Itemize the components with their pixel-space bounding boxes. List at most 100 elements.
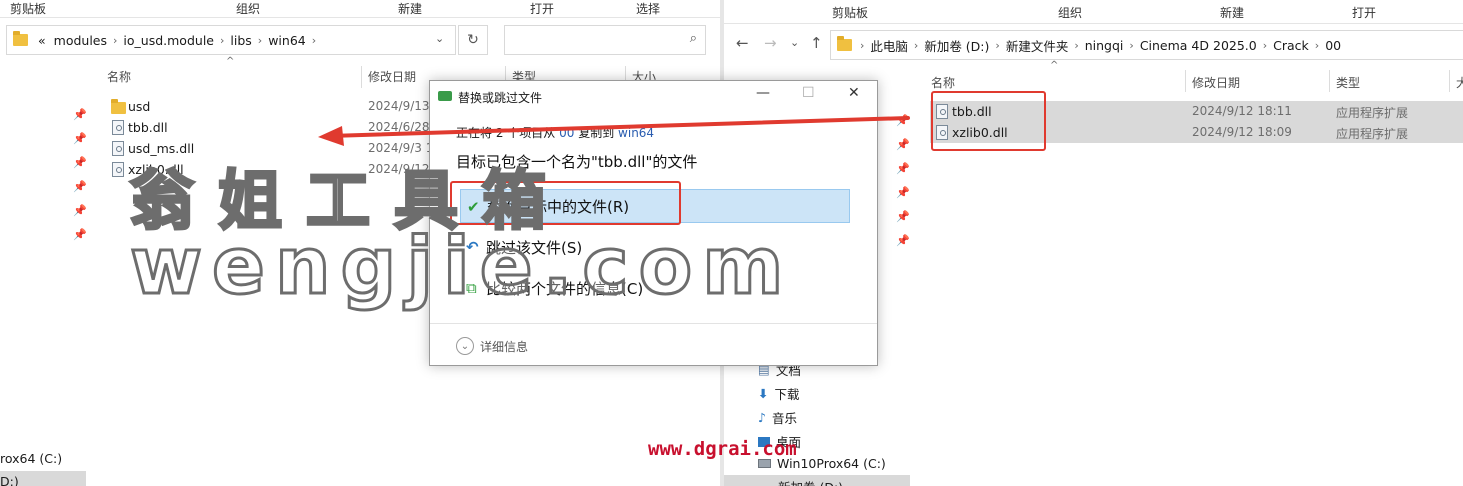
folder-icon xyxy=(837,36,852,51)
pin-icon: 📌 xyxy=(73,204,87,217)
search-icon: ⌕ xyxy=(689,31,697,46)
chevron-right-icon: › xyxy=(1262,38,1268,52)
ribbon-new[interactable]: 新建 xyxy=(1220,4,1244,21)
ribbon-organize[interactable]: 组织 xyxy=(1058,4,1082,21)
drive-c[interactable]: rox64 (C:) xyxy=(0,451,62,466)
pin-icon: 📌 xyxy=(73,108,87,121)
annotation-arrow xyxy=(318,116,910,146)
file-date: 2024/9/12 18:11 xyxy=(1192,104,1292,118)
pin-icon: 📌 xyxy=(73,156,87,169)
pin-icon: 📌 xyxy=(73,180,87,193)
ribbon-open[interactable]: 打开 xyxy=(1352,4,1376,21)
col-name[interactable]: 名称 xyxy=(931,74,955,91)
nav-label: 音乐 xyxy=(771,411,797,426)
chevron-right-icon: › xyxy=(1314,38,1320,52)
refresh-button[interactable]: ↻ xyxy=(458,25,488,55)
more-details-button[interactable]: ⌄ 详细信息 xyxy=(456,337,528,355)
chevron-right-icon: › xyxy=(860,38,865,52)
col-divider[interactable] xyxy=(361,66,362,88)
ribbon-organize[interactable]: 组织 xyxy=(236,0,260,17)
music-icon: ♪ xyxy=(758,410,766,425)
left-search-input[interactable]: ⌕ xyxy=(504,25,706,55)
col-divider[interactable] xyxy=(1185,70,1186,92)
arrow-head xyxy=(318,126,344,146)
right-address-bar[interactable]: › 此电脑 › 新加卷 (D:) › 新建文件夹 › ningqi › Cine… xyxy=(830,30,1463,60)
arrow-shaft xyxy=(328,116,910,138)
dialog-divider xyxy=(430,323,877,324)
chevron-down-icon[interactable]: ⌄ xyxy=(435,32,444,45)
folder-icon xyxy=(111,99,126,114)
nav-music[interactable]: ♪ 音乐 xyxy=(758,408,797,427)
back-arrow-icon[interactable]: ← xyxy=(736,34,749,52)
breadcrumb-cinema4d[interactable]: Cinema 4D 2025.0 xyxy=(1136,38,1261,53)
ribbon-open[interactable]: 打开 xyxy=(530,0,554,17)
col-type[interactable]: 类型 xyxy=(1336,74,1360,91)
chevron-right-icon: › xyxy=(113,33,118,47)
close-button[interactable]: ✕ xyxy=(848,85,860,101)
site-watermark: www.dgrai.com xyxy=(648,438,797,460)
sort-up-icon: ^ xyxy=(226,56,235,67)
pin-icon: 📌 xyxy=(896,210,910,223)
watermark-latin: wengjie.com xyxy=(128,221,794,314)
ribbon-clipboard[interactable]: 剪贴板 xyxy=(832,4,868,21)
col-date[interactable]: 修改日期 xyxy=(1192,74,1240,91)
breadcrumb-more[interactable]: « xyxy=(34,33,50,48)
left-ribbon: 剪贴板 组织 新建 打开 选择 xyxy=(0,0,720,18)
col-size[interactable]: 大 xyxy=(1456,74,1463,91)
col-divider[interactable] xyxy=(1329,70,1330,92)
nav-label: 新加卷 (D:) xyxy=(778,477,843,486)
breadcrumb-win64[interactable]: win64 xyxy=(264,33,310,48)
ribbon-select[interactable]: 选择 xyxy=(636,0,660,17)
left-address-bar[interactable]: « modules › io_usd.module › libs › win64… xyxy=(6,25,456,55)
breadcrumb-00[interactable]: 00 xyxy=(1321,38,1345,53)
minimize-button[interactable]: — xyxy=(756,85,770,101)
breadcrumb-drive-d[interactable]: 新加卷 (D:) xyxy=(920,36,993,55)
breadcrumb-crack[interactable]: Crack xyxy=(1269,38,1313,53)
nav-label: 下载 xyxy=(774,387,800,402)
chevron-right-icon: › xyxy=(1129,38,1134,52)
chevron-right-icon: › xyxy=(311,33,317,47)
ribbon-clipboard[interactable]: 剪贴板 xyxy=(10,0,46,17)
drive-d-selected[interactable]: D:) xyxy=(0,471,86,486)
col-divider[interactable] xyxy=(1449,70,1450,92)
breadcrumb-new-folder[interactable]: 新建文件夹 xyxy=(1002,36,1073,55)
col-name[interactable]: 名称 xyxy=(107,68,131,85)
chevron-right-icon: › xyxy=(1074,38,1079,52)
chevron-right-icon: › xyxy=(257,33,263,47)
file-type: 应用程序扩展 xyxy=(1336,127,1409,141)
file-date: 2024/9/12 18:09 xyxy=(1192,125,1292,139)
breadcrumb-io-usd[interactable]: io_usd.module xyxy=(119,33,218,48)
download-icon: ⬇ xyxy=(758,386,769,401)
chevron-right-icon: › xyxy=(219,33,225,47)
file-name: tbb.dll xyxy=(128,120,168,135)
pin-icon: 📌 xyxy=(896,162,910,175)
pin-icon: 📌 xyxy=(896,234,910,247)
pin-icon: 📌 xyxy=(73,228,87,241)
breadcrumb-libs[interactable]: libs xyxy=(226,33,255,48)
chevron-right-icon: › xyxy=(913,38,919,52)
annotation-box-right-files xyxy=(931,91,1046,151)
forward-arrow-icon[interactable]: → xyxy=(764,34,777,52)
dll-file-icon xyxy=(112,162,124,177)
chevron-right-icon: › xyxy=(995,38,1000,52)
breadcrumb-modules[interactable]: modules xyxy=(50,33,111,48)
drive-icon xyxy=(758,459,771,468)
nav-downloads[interactable]: ⬇ 下载 xyxy=(758,384,800,403)
col-date[interactable]: 修改日期 xyxy=(368,68,416,85)
folder-icon xyxy=(13,31,28,46)
drive-d: D:) xyxy=(0,474,19,486)
nav-drive-d-selected[interactable]: 新加卷 (D:) xyxy=(724,475,910,486)
breadcrumb-this-pc[interactable]: 此电脑 xyxy=(866,36,912,55)
refresh-icon: ↻ xyxy=(467,32,479,48)
file-type: 应用程序扩展 xyxy=(1336,106,1409,120)
dll-file-icon xyxy=(112,120,124,135)
chevron-down-icon[interactable]: ⌄ xyxy=(790,36,799,49)
chevron-down-icon: ⌄ xyxy=(456,337,474,355)
up-arrow-icon[interactable]: ↑ xyxy=(810,34,823,52)
maximize-button[interactable]: ☐ xyxy=(802,85,815,101)
right-ribbon: 剪贴板 组织 新建 打开 xyxy=(724,0,1463,24)
sort-up-icon: ^ xyxy=(1050,60,1059,71)
ribbon-new[interactable]: 新建 xyxy=(398,0,422,17)
pin-icon: 📌 xyxy=(896,186,910,199)
breadcrumb-ningqi[interactable]: ningqi xyxy=(1081,38,1128,53)
